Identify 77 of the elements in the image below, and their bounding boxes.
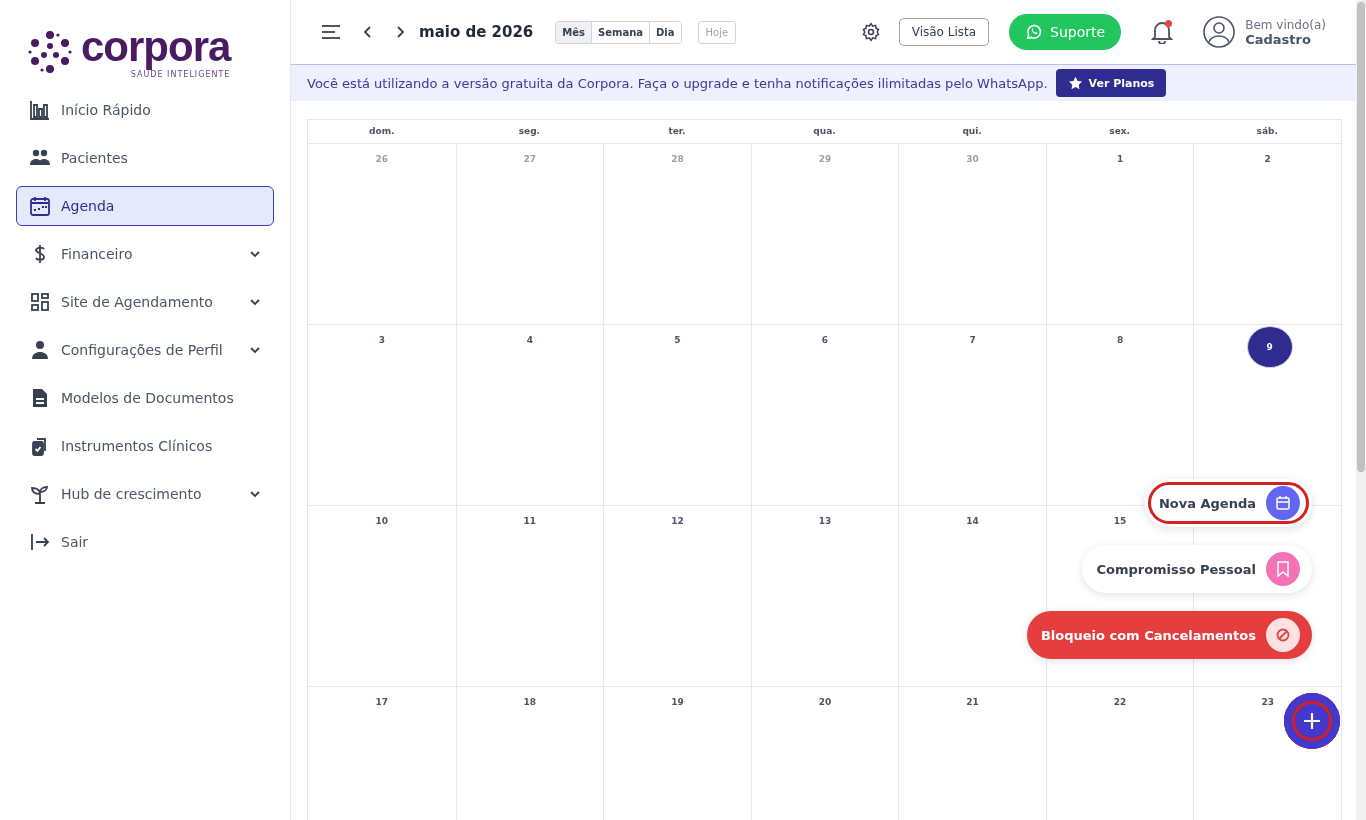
block-icon — [1276, 628, 1290, 642]
weekday-label: qua. — [812, 125, 837, 138]
view-tab[interactable]: Dia — [649, 21, 681, 43]
exit-icon — [29, 531, 51, 553]
day-number[interactable]: 6 — [821, 333, 829, 347]
logo-icon — [27, 29, 73, 75]
weekday-label: ter. — [667, 125, 687, 138]
day-number[interactable]: 7 — [969, 333, 976, 347]
greeting-text: Bem vindo(a) — [1245, 17, 1326, 32]
avatar-icon[interactable] — [1203, 16, 1236, 48]
sidebar-item[interactable]: Pacientes — [16, 138, 274, 178]
day-number[interactable]: 20 — [818, 695, 832, 709]
logo-tagline: SAÚDE INTELIGENTE — [130, 70, 231, 80]
chevron-down-icon — [249, 490, 261, 498]
day-number[interactable]: 12 — [671, 514, 684, 528]
next-icon[interactable] — [395, 25, 405, 39]
day-number[interactable]: 23 — [1261, 695, 1274, 709]
weekday-label: sáb. — [1255, 125, 1279, 138]
day-number[interactable]: 18 — [523, 695, 537, 709]
scrollbar[interactable] — [1356, 0, 1366, 820]
chart-icon — [29, 99, 51, 121]
day-number[interactable]: 21 — [966, 695, 979, 709]
sidebar-item[interactable]: Configurações de Perfil — [16, 330, 274, 370]
menu-action[interactable]: Nova Agenda — [1144, 479, 1312, 527]
sidebar-item[interactable]: Hub de crescimento — [16, 474, 274, 514]
calendar-icon — [29, 195, 51, 217]
menu-icon[interactable] — [321, 24, 341, 40]
weekday-label: seg. — [517, 125, 541, 138]
day-number[interactable]: 17 — [375, 695, 389, 709]
menu-action[interactable]: Compromisso Pessoal — [1082, 545, 1312, 593]
day-number[interactable]: 2 — [1264, 152, 1271, 166]
chevron-down-icon — [249, 346, 261, 354]
list-view-button[interactable]: Visão Lista — [898, 18, 990, 46]
day-number[interactable]: 19 — [671, 695, 684, 709]
chevron-down-icon — [249, 298, 261, 306]
add-button[interactable] — [1284, 693, 1340, 749]
sidebar-item[interactable]: Site de Agendamento — [16, 282, 274, 322]
sidebar-item[interactable]: Modelos de Documentos — [16, 378, 274, 418]
day-number[interactable]: 13 — [818, 514, 832, 528]
day-number[interactable]: 15 — [1113, 514, 1127, 528]
star-icon — [1067, 75, 1083, 91]
weekday-label: sex. — [1108, 125, 1131, 138]
calendar-icon — [1275, 495, 1291, 511]
banner-text: Você está utilizando a versão gratuita da Corpora. Faça o upgrade e tenha notificações ilimitadas pelo WhatsApp. — [307, 75, 1048, 91]
menu-action[interactable]: Bloqueio com Cancelamentos — [1026, 611, 1312, 659]
bell-icon[interactable] — [1151, 20, 1174, 44]
plus-icon — [1303, 712, 1321, 730]
sidebar-item[interactable]: Financeiro — [16, 234, 274, 274]
whatsapp-icon — [1025, 23, 1044, 41]
bookmark-icon — [1276, 561, 1290, 577]
today-marker[interactable]: 9 — [1246, 326, 1293, 368]
day-number[interactable]: 10 — [375, 514, 389, 528]
month-title: maio de 2026 — [419, 23, 534, 41]
day-number[interactable]: 14 — [966, 514, 979, 528]
day-number[interactable]: 1 — [1117, 152, 1124, 166]
sidebar-item[interactable]: Instrumentos Clínicos — [16, 426, 274, 466]
day-number[interactable]: 3 — [378, 333, 385, 347]
sidebar-item[interactable]: Agenda — [16, 186, 274, 226]
user-name: Cadastro — [1245, 31, 1312, 47]
logo-wordmark: corpora — [81, 24, 231, 70]
person-icon — [29, 339, 51, 361]
day-number[interactable]: 5 — [674, 333, 681, 347]
day-number[interactable]: 11 — [523, 514, 537, 528]
weekday-label: qui. — [961, 125, 983, 138]
day-number[interactable]: 8 — [1117, 333, 1124, 347]
previous-icon[interactable] — [363, 25, 373, 39]
sidebar-item[interactable]: Sair — [16, 522, 274, 562]
settings-icon[interactable] — [860, 22, 881, 42]
sprout-icon — [29, 483, 51, 505]
weekday-label: dom. — [368, 125, 396, 138]
sidebar-item[interactable]: Início Rápido — [16, 90, 274, 130]
view-tab[interactable]: Mês — [556, 21, 591, 43]
day-number[interactable]: 4 — [526, 333, 533, 347]
plans-button[interactable]: Ver Planos — [1055, 69, 1167, 97]
grid-icon — [29, 291, 51, 313]
day-number[interactable]: 22 — [1113, 695, 1127, 709]
chevron-down-icon — [249, 250, 261, 258]
